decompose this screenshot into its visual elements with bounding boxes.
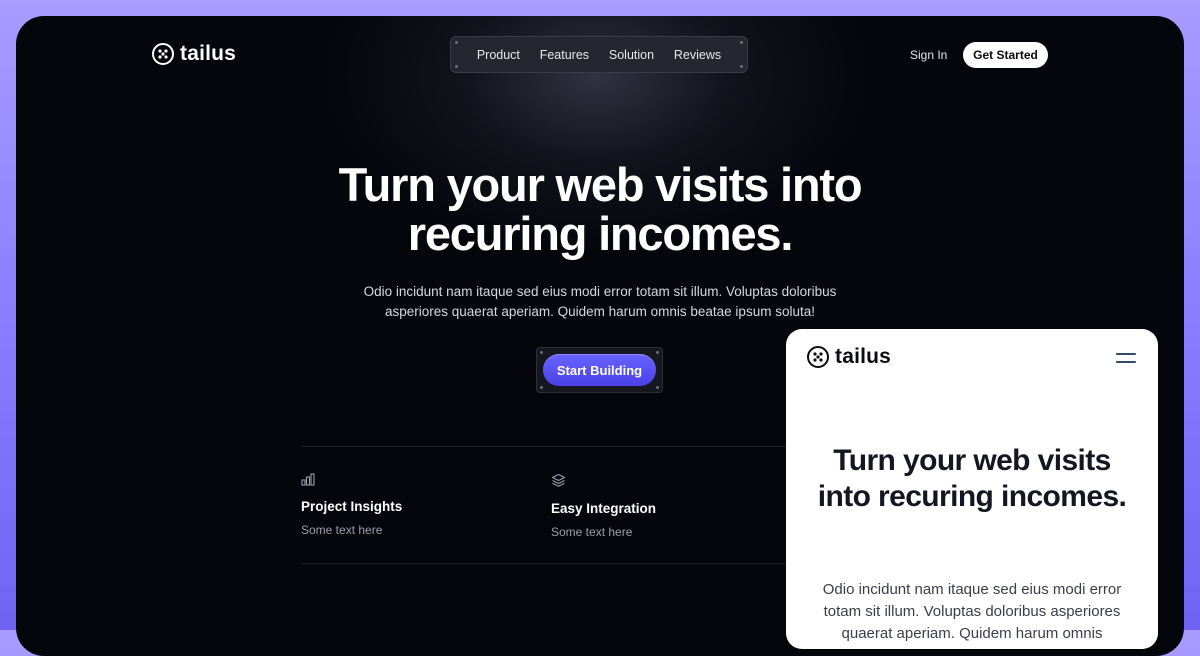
cta-corner-dot xyxy=(540,351,543,354)
brand-name: tailus xyxy=(180,42,237,65)
mobile-hero-title: Turn your web visits into recuring incom… xyxy=(817,444,1127,513)
nav-item-reviews[interactable]: Reviews xyxy=(674,48,721,62)
menu-line xyxy=(1116,353,1136,355)
mobile-hero-description: Odio incidunt nam itaque sed eius modi e… xyxy=(822,581,1122,649)
nav-corner-dot xyxy=(455,41,458,44)
feature-easy-integration: Easy Integration Some text here xyxy=(551,473,751,539)
tailus-logo-icon xyxy=(807,346,829,368)
hero-description: Odio incidunt nam itaque sed eius modi e… xyxy=(363,284,837,319)
nav-corner-dot xyxy=(740,41,743,44)
cta-corner-dot xyxy=(540,386,543,389)
cta-corner-dot xyxy=(656,351,659,354)
feature-project-insights: Project Insights Some text here xyxy=(301,473,501,537)
feature-title: Easy Integration xyxy=(551,501,657,516)
feature-text: Some text here xyxy=(551,525,633,539)
get-started-button[interactable]: Get Started xyxy=(963,42,1048,68)
feature-title: Project Insights xyxy=(301,499,403,514)
features-bottom-divider xyxy=(301,563,821,564)
feature-text: Some text here xyxy=(301,523,383,537)
menu-line xyxy=(1116,361,1136,363)
hamburger-menu-icon[interactable] xyxy=(1116,351,1136,365)
nav-corner-dot xyxy=(455,65,458,68)
sign-in-link[interactable]: Sign In xyxy=(910,48,947,62)
tailus-logo-icon xyxy=(152,43,174,65)
brand-logo[interactable]: tailus xyxy=(152,42,236,66)
start-building-frame: Start Building xyxy=(536,347,663,393)
main-nav: Product Features Solution Reviews xyxy=(450,36,748,73)
bar-chart-icon xyxy=(301,473,501,491)
mobile-brand-logo[interactable]: tailus xyxy=(807,345,891,369)
nav-item-solution[interactable]: Solution xyxy=(609,48,654,62)
nav-item-features[interactable]: Features xyxy=(540,48,589,62)
start-building-button[interactable]: Start Building xyxy=(543,354,656,386)
nav-item-product[interactable]: Product xyxy=(477,48,520,62)
layers-icon xyxy=(551,473,751,493)
features-top-divider xyxy=(301,446,821,447)
hero-title: Turn your web visits into recuring incom… xyxy=(338,158,863,260)
cta-corner-dot xyxy=(656,386,659,389)
mobile-brand-name: tailus xyxy=(835,345,892,368)
nav-corner-dot xyxy=(740,65,743,68)
mobile-preview-card: tailus Turn your web visits into recurin… xyxy=(786,329,1158,649)
